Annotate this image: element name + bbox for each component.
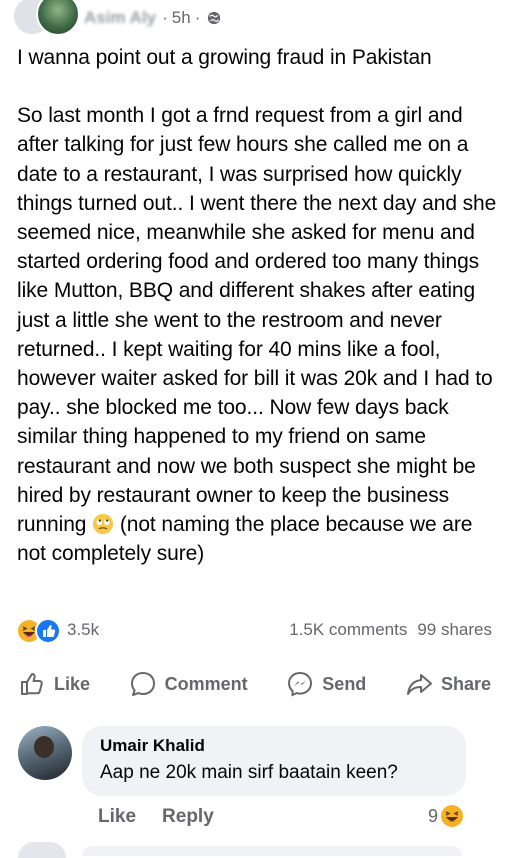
engagement-stats: 1.5K comments 99 shares (289, 620, 492, 640)
post-paragraph-2-text: So last month I got a frnd request from … (17, 104, 497, 537)
share-button[interactable]: Share (401, 666, 495, 702)
share-label: Share (440, 673, 491, 694)
comment-label: Comment (164, 673, 248, 694)
next-comment-bubble[interactable] (82, 846, 462, 856)
profile-avatar[interactable] (36, 0, 80, 36)
like-reaction-icon (35, 618, 61, 644)
reaction-count[interactable]: 3.5k (67, 620, 99, 640)
post-paragraph-2-tail: (not naming the place because we are not… (17, 513, 473, 566)
next-comment-avatar[interactable] (18, 842, 66, 858)
author-name[interactable]: Asim Aly (84, 8, 156, 28)
send-label: Send (322, 673, 367, 694)
globe-icon (208, 11, 221, 25)
rolling-eyes-emoji-icon (93, 513, 114, 535)
post-time[interactable]: 5h (172, 8, 191, 28)
comment-icon (130, 672, 155, 696)
post-actions: Like Comment Send Share (14, 666, 495, 702)
like-label: Like (54, 673, 91, 694)
comment-actions: Like Reply (98, 806, 214, 828)
comment-button[interactable]: Comment (125, 666, 252, 702)
meta-separator: · (162, 8, 168, 27)
author-avatar[interactable] (12, 0, 80, 36)
commenter-avatar[interactable] (18, 726, 72, 780)
comment-text: Aap ne 20k main sirf baatain keen? (100, 762, 398, 783)
messenger-icon (288, 671, 313, 697)
send-button[interactable]: Send (282, 666, 370, 702)
comments-count[interactable]: 1.5K comments (289, 620, 407, 640)
comment-reactions[interactable]: 9 (428, 804, 464, 828)
post-paragraph-1: I wanna point out a growing fraud in Pak… (17, 46, 432, 69)
reactions-summary: 3.5k 1.5K comments 99 shares (17, 617, 492, 644)
post-header: Asim Aly · 5h · (0, 0, 509, 36)
post-body: I wanna point out a growing fraud in Pak… (17, 43, 499, 568)
reaction-icons[interactable] (17, 618, 63, 644)
comment-reaction-count: 9 (428, 805, 439, 826)
haha-reaction-icon (441, 805, 464, 827)
shares-count[interactable]: 99 shares (417, 620, 492, 640)
comment-bubble[interactable]: Umair Khalid Aap ne 20k main sirf baatai… (82, 726, 466, 796)
comment-like-button[interactable]: Like (98, 806, 136, 828)
post-meta: Asim Aly · 5h · (84, 8, 221, 28)
meta-separator-2: · (194, 8, 201, 27)
comment-reply-button[interactable]: Reply (162, 806, 214, 828)
like-button[interactable]: Like (14, 666, 94, 702)
thumbs-up-icon (21, 673, 43, 695)
post-paragraph-2: So last month I got a frnd request from … (17, 101, 499, 568)
share-icon (406, 674, 432, 695)
commenter-name[interactable]: Umair Khalid (100, 736, 205, 756)
